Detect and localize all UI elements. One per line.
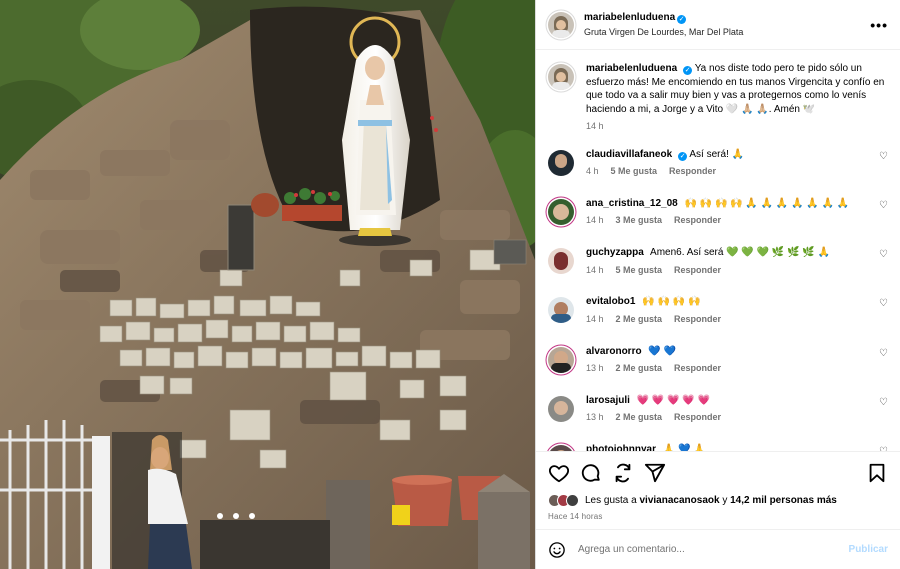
comment-item: photojohnnyar 🙏 💙 🙏 ♡ [548,443,888,451]
likes-user[interactable]: vivianacanosaok [640,495,720,506]
likes-summary[interactable]: Les gusta a vivianacanosaok y 14,2 mil p… [548,494,888,507]
comment-like-heart-icon[interactable]: ♡ [874,295,888,344]
verified-badge-icon: ✓ [678,151,688,161]
post-caption: mariabelenluduena ✓ Ya nos diste todo per… [548,62,888,134]
author-avatar[interactable] [548,11,574,38]
likes-prefix: Les gusta a [585,495,637,506]
comment-like-heart-icon[interactable]: ♡ [874,148,888,197]
comment-likes[interactable]: 2 Me gusta [616,363,663,373]
reply-button[interactable]: Responder [674,265,721,275]
commenter-avatar[interactable] [548,198,574,225]
comment-like-heart-icon[interactable]: ♡ [874,197,888,246]
comment-time[interactable]: 13 h [586,412,604,422]
comment-username[interactable]: guchyzappa [586,247,644,258]
comment-likes[interactable]: 5 Me gusta [616,265,663,275]
comment-like-heart-icon[interactable]: ♡ [874,246,888,295]
header-text: mariabelenluduena ✓ Gruta Virgen De Lourd… [584,12,870,37]
post-photo[interactable] [0,0,535,569]
comment-likes[interactable]: 5 Me gusta [611,166,658,176]
comment-text: 🙌 🙌 🙌 🙌 [642,296,701,308]
comment-text: 🙌 🙌 🙌 🙌 🙏 🙏 🙏 🙏 🙏 🙏 🙏 [684,197,850,209]
comment-item: larosajuli 💗 💗 💗 💗 💗 13 h 2 Me gusta Respo… [548,394,888,443]
emoji-icon[interactable] [548,541,566,559]
comment-text: Así será! 🙏 [689,148,745,160]
post-modal: mariabelenluduena ✓ Gruta Virgen De Lourd… [0,0,900,569]
comment-likes[interactable]: 3 Me gusta [616,215,663,225]
commenter-avatar[interactable] [548,445,574,451]
comment-icon[interactable] [580,462,602,484]
comment-time[interactable]: 14 h [586,314,604,324]
comment-text: 🙏 💙 🙏 [662,444,706,451]
comment-item: ana_cristina_12_08 🙌 🙌 🙌 🙌 🙏 🙏 🙏 🙏 🙏 🙏 🙏… [548,197,888,246]
comment-username[interactable]: photojohnnyar [586,444,656,451]
reply-button[interactable]: Responder [674,363,721,373]
comment-text: 💗 💗 💗 💗 💗 [636,394,711,406]
comment-item: guchyzappa Amen6. Así será 💚 💚 💚 🌿 🌿 🌿 🙏… [548,246,888,295]
comment-likes[interactable]: 2 Me gusta [616,314,663,324]
caption-time[interactable]: 14 h [586,121,604,131]
likes-others[interactable]: 14,2 mil personas más [730,495,837,506]
commenter-avatar[interactable] [548,248,574,275]
comment-time[interactable]: 14 h [586,265,604,275]
comment-input[interactable] [578,544,849,555]
verified-badge-icon: ✓ [677,15,687,24]
comment-username[interactable]: evitalobo1 [586,296,635,307]
caption-username[interactable]: mariabelenluduena [586,63,677,74]
comment-item: claudiavillafaneok ✓ Así será! 🙏 4 h 5 Me … [548,148,888,197]
share-icon[interactable] [612,462,634,484]
post-time[interactable]: Hace 14 horas [548,512,888,521]
comment-text: 💙 💙 [648,345,677,357]
comment-username[interactable]: larosajuli [586,395,630,406]
comment-like-heart-icon[interactable]: ♡ [874,394,888,443]
comment-composer: Publicar [536,529,900,569]
comment-time[interactable]: 13 h [586,363,604,373]
comment-text: Amen6. Así será 💚 💚 💚 🌿 🌿 🌿 🙏 [650,247,831,259]
commenter-avatar[interactable] [548,149,574,176]
commenter-avatar[interactable] [548,297,574,324]
action-bar: Les gusta a vivianacanosaok y 14,2 mil p… [536,451,900,521]
caption-avatar[interactable] [548,64,574,90]
comment-item: evitalobo1 🙌 🙌 🙌 🙌 14 h 2 Me gusta Respond… [548,295,888,344]
likes-middle: y [722,495,728,506]
comment-time[interactable]: 14 h [586,215,604,225]
heart-icon[interactable] [548,462,570,484]
comment-item: alvaronorro 💙 💙 13 h2 Me gusta Responder … [548,345,888,394]
send-icon[interactable] [644,462,666,484]
author-username[interactable]: mariabelenluduena [584,12,675,23]
grotto-image [0,0,535,569]
comment-username[interactable]: claudiavillafaneok [586,149,672,160]
bookmark-icon[interactable] [866,462,888,484]
reply-button[interactable]: Responder [674,215,721,225]
post-details-panel: mariabelenluduena ✓ Gruta Virgen De Lourd… [535,0,900,569]
post-location[interactable]: Gruta Virgen De Lourdes, Mar Del Plata [584,27,870,37]
more-options-icon[interactable]: ••• [870,17,888,33]
reply-button[interactable]: Responder [674,314,721,324]
likers-avatars [548,494,579,507]
reply-button[interactable]: Responder [674,412,721,422]
comments-list[interactable]: mariabelenluduena ✓ Ya nos diste todo per… [536,50,900,451]
comment-username[interactable]: alvaronorro [586,346,642,357]
commenter-avatar[interactable] [548,395,574,422]
verified-badge-icon: ✓ [683,66,693,75]
commenter-avatar[interactable] [548,346,574,373]
comment-like-heart-icon[interactable]: ♡ [874,345,888,394]
publish-button[interactable]: Publicar [849,544,888,555]
reply-button[interactable]: Responder [669,166,716,176]
comment-likes[interactable]: 2 Me gusta [616,412,663,422]
comment-like-heart-icon[interactable]: ♡ [874,443,888,451]
comment-time[interactable]: 4 h [586,166,599,176]
comment-username[interactable]: ana_cristina_12_08 [586,198,678,209]
post-header: mariabelenluduena ✓ Gruta Virgen De Lourd… [536,0,900,50]
